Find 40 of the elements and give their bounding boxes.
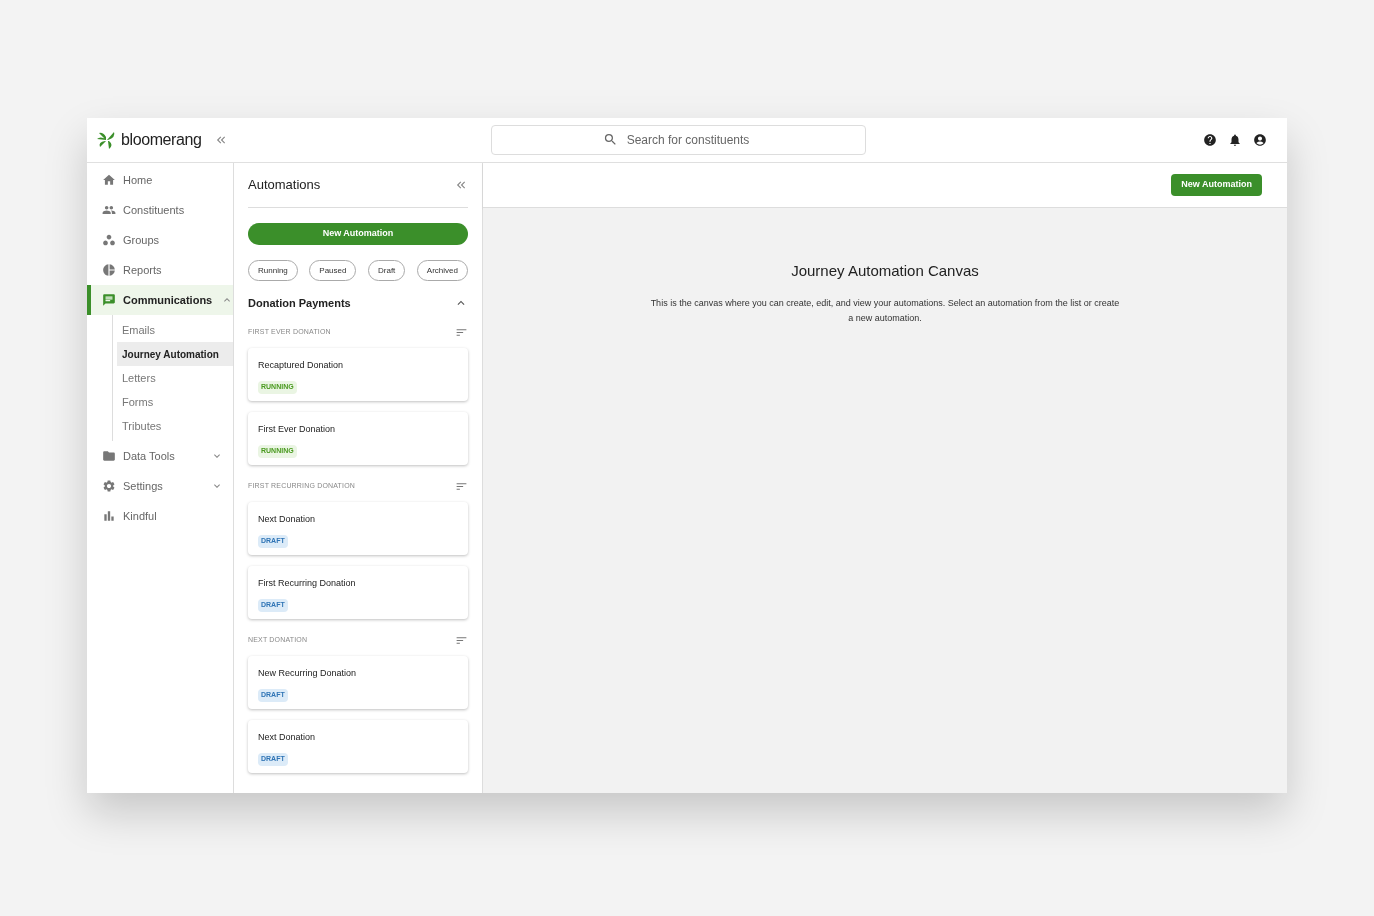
automation-name: First Recurring Donation <box>258 576 357 590</box>
nav-item[interactable]: Groups <box>87 225 233 255</box>
bell-icon[interactable] <box>1228 133 1242 147</box>
nav-item[interactable]: Kindful <box>87 501 233 531</box>
search-icon <box>602 132 618 147</box>
nav-subitem[interactable]: Emails <box>117 318 233 342</box>
panel-title: Automations <box>248 176 321 195</box>
canvas-title: Journey Automation Canvas <box>791 261 979 281</box>
nav-subitem[interactable]: Letters <box>117 366 233 390</box>
search-field[interactable]: Search for constituents <box>490 125 866 155</box>
nav-subitem[interactable]: Forms <box>117 390 233 414</box>
nav-item[interactable]: Reports <box>87 255 233 285</box>
nav-item[interactable]: Data Tools <box>87 441 233 471</box>
canvas-description: This is the canvas where you can create, edit, and view your automations. Select an automation from the list or create a new automation. <box>650 296 1120 325</box>
section-title: Donation Payments <box>248 296 351 311</box>
bar-chart-icon <box>102 509 116 523</box>
new-automation-button[interactable]: New Automation <box>248 223 468 245</box>
nav-subitem[interactable]: Journey Automation <box>117 342 233 366</box>
people-icon <box>102 203 116 217</box>
automation-name: Recaptured Donation <box>258 358 345 372</box>
automation-name: First Ever Donation <box>258 422 337 436</box>
logo-icon <box>97 131 117 149</box>
new-automation-button[interactable]: New Automation <box>1171 174 1262 196</box>
chat-icon <box>102 293 116 307</box>
nav-item[interactable]: Constituents <box>87 195 233 225</box>
automation-name: Next Donation <box>258 512 317 526</box>
automation-name: New Recurring Donation <box>258 666 358 680</box>
settings-icon <box>102 479 116 493</box>
brand-name: bloomerang <box>121 130 202 150</box>
account-icon[interactable] <box>1253 133 1267 147</box>
help-icon[interactable] <box>1203 133 1217 147</box>
pie-chart-icon <box>102 263 116 277</box>
home-icon <box>102 173 116 187</box>
nav-item[interactable]: Home <box>87 165 233 195</box>
nav-subitem[interactable]: Tributes <box>117 414 233 438</box>
automation-name: Next Donation <box>258 730 317 744</box>
nav-item[interactable]: Settings <box>87 471 233 501</box>
folder-icon <box>102 449 116 463</box>
dots-cluster-icon <box>102 233 116 247</box>
nav-item[interactable]: Communications <box>87 285 233 315</box>
